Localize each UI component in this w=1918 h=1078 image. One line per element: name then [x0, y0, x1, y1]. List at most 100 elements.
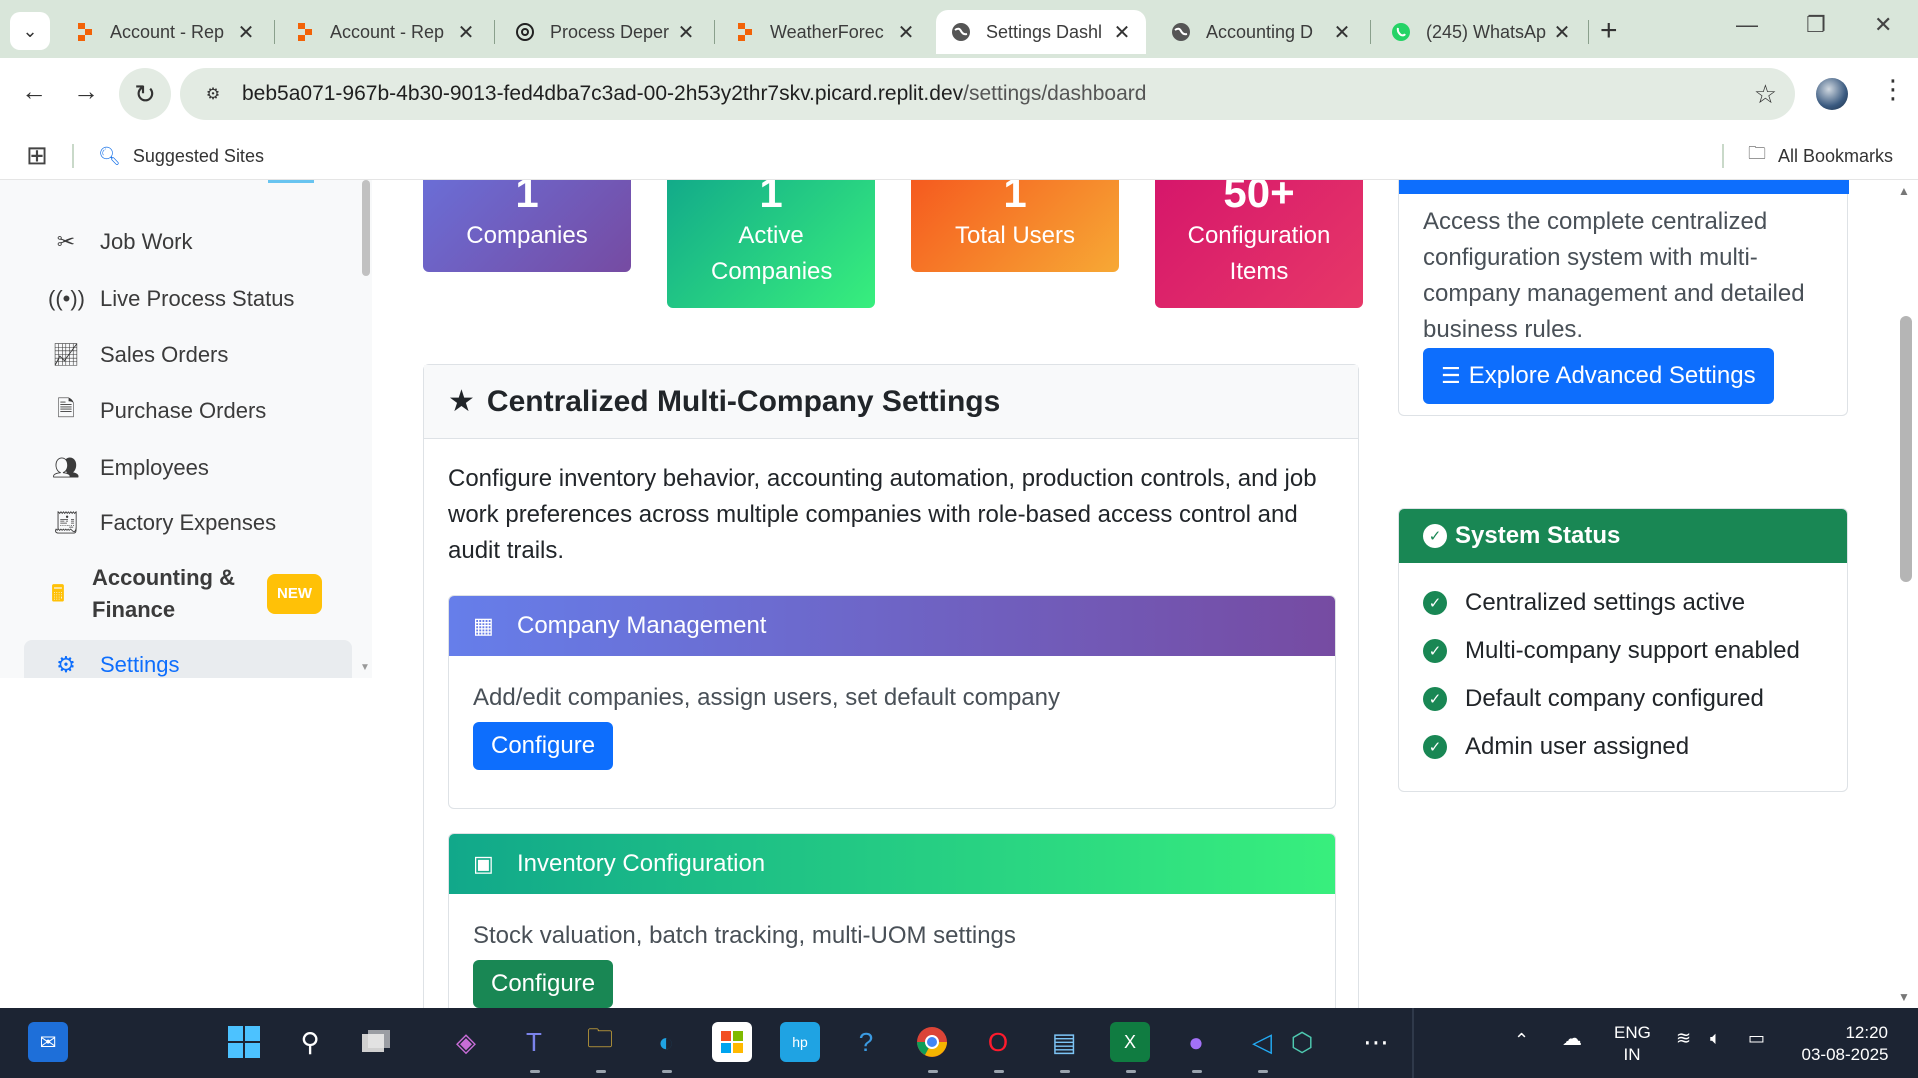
app-icon[interactable]: ⬡: [1282, 1022, 1322, 1062]
site-info-icon[interactable]: ⚙: [198, 79, 228, 109]
language-indicator[interactable]: ENG IN: [1614, 1022, 1651, 1066]
settings-panel: ★ Centralized Multi-Company Settings Con…: [423, 364, 1359, 1008]
browser-tab[interactable]: (245) WhatsAp ✕: [1376, 10, 1586, 54]
apps-grid-icon[interactable]: ⊞: [26, 140, 48, 171]
configure-inventory-button[interactable]: Configure: [473, 960, 614, 1008]
battery-icon[interactable]: ▭: [1748, 1028, 1765, 1049]
browser-tab-active[interactable]: Settings Dashl ✕: [936, 10, 1146, 54]
file-explorer-icon[interactable]: 🗀: [580, 1022, 620, 1062]
sidebar-item-accounting-finance[interactable]: 🖩 Accounting & Finance NEW: [24, 558, 352, 630]
page-scrollbar[interactable]: [1900, 316, 1912, 582]
configure-company-button[interactable]: Configure: [473, 722, 614, 770]
minimize-button[interactable]: —: [1736, 12, 1758, 38]
sidebar-item-sales-orders[interactable]: 📈︎ Sales Orders: [24, 330, 352, 380]
bookmarks-bar: ⊞ 🔍︎ Suggested Sites 🗀 All Bookmarks: [0, 132, 1918, 180]
sidebar-scrollbar[interactable]: [362, 180, 370, 276]
address-bar-row: ← → ↻ ⚙ beb5a071-967b-4b30-9013-fed4dba7…: [0, 58, 1918, 132]
sidebar-item-label: Accounting & Finance: [92, 565, 235, 622]
more-icon[interactable]: ⋯: [1356, 1022, 1396, 1062]
card-title: Inventory Configuration: [517, 850, 766, 877]
github-icon[interactable]: ●: [1176, 1022, 1216, 1062]
reload-button[interactable]: ↻: [119, 68, 171, 120]
close-icon[interactable]: ✕: [676, 20, 696, 45]
sidebar-item-factory-expenses[interactable]: 🧾︎ Factory Expenses: [24, 498, 352, 548]
scroll-up-icon[interactable]: ▲: [1898, 184, 1910, 198]
running-indicator: [1126, 1070, 1136, 1073]
all-bookmarks-button[interactable]: 🗀 All Bookmarks: [1748, 140, 1893, 172]
restore-button[interactable]: ❐: [1806, 12, 1826, 38]
panel-header: ★ Centralized Multi-Company Settings: [424, 365, 1358, 439]
volume-icon[interactable]: 🔈︎: [1710, 1028, 1721, 1049]
browser-tab[interactable]: Accounting D ✕: [1156, 10, 1366, 54]
clock[interactable]: 12:20 03-08-2025: [1790, 1022, 1900, 1066]
stat-card-companies: 1 Companies: [423, 180, 631, 272]
sidebar-item-job-work[interactable]: ✂ Job Work: [24, 217, 352, 267]
inventory-configuration-card: ▣ Inventory Configuration Stock valuatio…: [448, 833, 1336, 1008]
vscode-icon[interactable]: ◁: [1242, 1022, 1282, 1062]
bookmark-star-icon[interactable]: ☆: [1754, 79, 1777, 110]
back-button[interactable]: ←: [14, 76, 54, 107]
windows-start-icon[interactable]: [224, 1022, 264, 1062]
explore-advanced-settings-button[interactable]: ☰ Explore Advanced Settings: [1423, 348, 1774, 404]
new-tab-button[interactable]: +: [1600, 14, 1618, 48]
browser-tab[interactable]: Account - Rep ✕: [60, 10, 270, 54]
edge-icon[interactable]: ◐: [646, 1022, 686, 1062]
building-icon: ▦: [473, 613, 494, 638]
wifi-icon[interactable]: ≋: [1676, 1028, 1691, 1049]
broadcast-icon: ((•)): [48, 286, 86, 311]
outlook-icon[interactable]: ✉: [28, 1022, 68, 1062]
tab-divider: [1588, 20, 1589, 44]
browser-tab[interactable]: Account - Rep ✕: [280, 10, 490, 54]
task-view-icon[interactable]: [356, 1022, 396, 1062]
search-icon[interactable]: ⚲: [290, 1022, 330, 1062]
chrome-icon[interactable]: [912, 1022, 952, 1062]
stat-card-configuration-items: 50+ Configuration Items: [1155, 180, 1363, 308]
running-indicator: [928, 1070, 938, 1073]
help-icon[interactable]: ?: [846, 1022, 886, 1062]
close-icon[interactable]: ✕: [236, 20, 256, 45]
notepad-icon[interactable]: ▤: [1044, 1022, 1084, 1062]
status-item-label: Centralized settings active: [1465, 589, 1746, 616]
close-icon[interactable]: ✕: [1332, 20, 1352, 45]
myhp-icon[interactable]: hp: [780, 1022, 820, 1062]
tab-search-button[interactable]: ⌄: [10, 12, 50, 50]
check-circle-icon: ✓: [1423, 524, 1447, 548]
chevron-up-icon[interactable]: ⌃: [1514, 1030, 1529, 1051]
running-indicator: [994, 1070, 1004, 1073]
close-icon[interactable]: ✕: [1112, 20, 1132, 45]
close-icon[interactable]: ✕: [1552, 20, 1572, 45]
bookmark-suggested-sites[interactable]: 🔍︎ Suggested Sites: [98, 140, 264, 172]
sidebar-item-label: Sales Orders: [100, 342, 229, 367]
sidebar-item-employees[interactable]: 👥︎ Employees: [24, 443, 352, 493]
scroll-down-icon[interactable]: ▼: [360, 662, 370, 673]
microsoft-store-icon[interactable]: [712, 1022, 752, 1062]
browser-menu-icon[interactable]: ⋮: [1880, 74, 1906, 105]
button-label: Explore Advanced Settings: [1468, 362, 1756, 389]
browser-tab[interactable]: WeatherForec ✕: [720, 10, 930, 54]
url-path: /settings/dashboard: [963, 82, 1147, 105]
running-indicator: [1192, 1070, 1202, 1073]
company-management-card: ▦ Company Management Add/edit companies,…: [448, 595, 1336, 809]
sidebar-item-live-process-status[interactable]: ((•)) Live Process Status: [24, 274, 352, 324]
forward-button[interactable]: →: [66, 76, 106, 107]
excel-icon[interactable]: X: [1110, 1022, 1150, 1062]
arrow-right-icon: →: [73, 76, 99, 106]
url-input[interactable]: ⚙ beb5a071-967b-4b30-9013-fed4dba7c3ad-0…: [180, 68, 1795, 120]
language-code: ENG: [1614, 1023, 1651, 1042]
teams-icon[interactable]: T: [514, 1022, 554, 1062]
close-icon[interactable]: ✕: [896, 20, 916, 45]
close-icon[interactable]: ✕: [456, 20, 476, 45]
copilot-icon[interactable]: ◈: [446, 1022, 486, 1062]
page-viewport: ✂ Job Work ((•)) Live Process Status 📈︎ …: [0, 180, 1918, 1008]
profile-avatar[interactable]: [1816, 78, 1848, 110]
sidebar-item-label: Live Process Status: [100, 286, 295, 311]
sidebar-item-settings[interactable]: ⚙ Settings: [24, 640, 352, 678]
browser-tab[interactable]: Process Deper ✕: [500, 10, 710, 54]
opera-icon[interactable]: O: [978, 1022, 1018, 1062]
check-circle-icon: ✓: [1423, 639, 1447, 663]
onedrive-icon[interactable]: ☁: [1562, 1026, 1582, 1051]
scroll-down-icon[interactable]: ▼: [1898, 990, 1910, 1004]
sidebar-item-purchase-orders[interactable]: 🗎 Purchase Orders: [24, 386, 352, 436]
close-window-button[interactable]: ✕: [1874, 12, 1892, 38]
globe-icon: [1170, 21, 1192, 43]
